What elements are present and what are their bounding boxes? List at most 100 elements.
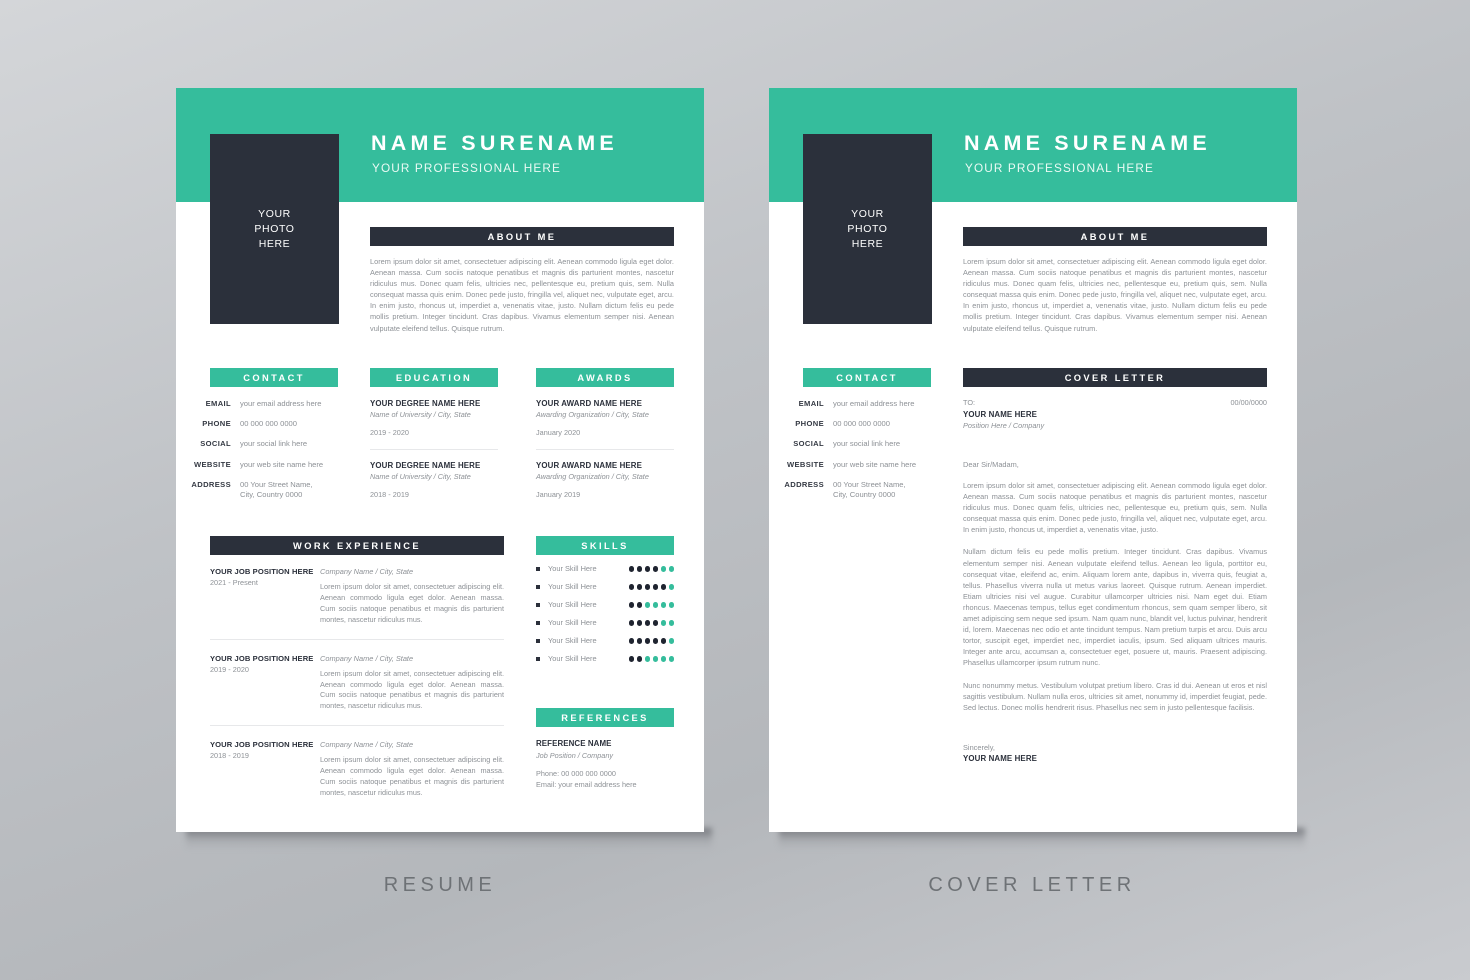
resume-page[interactable]: NAME SURENAME YOUR PROFESSIONAL HERE YOU…	[176, 88, 704, 832]
job-entry: YOUR JOB POSITION HERE 2021 - Present Comp…	[210, 566, 504, 640]
skill-rating[interactable]	[628, 602, 674, 608]
skill-dot-empty	[668, 602, 674, 608]
references-heading: REFERENCES	[536, 708, 674, 727]
contact-row: PHONE 00 000 000 0000	[779, 419, 939, 429]
job-date: 2021 - Present	[210, 578, 258, 587]
resume-contact-value-address[interactable]: 00 Your Street Name, City, Country 0000	[240, 480, 313, 500]
skill-label: Your Skill Here	[548, 654, 597, 663]
skill-rating[interactable]	[628, 620, 674, 626]
skill-dot-empty	[660, 620, 667, 626]
skill-dot-empty	[660, 566, 667, 572]
skill-dot-filled	[636, 638, 643, 644]
cover-letter-page[interactable]: NAME SURENAME YOUR PROFESSIONAL HERE YOU…	[769, 88, 1297, 832]
cover-to-label: TO:	[963, 398, 976, 407]
skill-label: Your Skill Here	[548, 582, 597, 591]
cover-contact-list: EMAIL your email address here PHONE 00 000 …	[779, 399, 939, 510]
skill-dot-filled	[652, 638, 659, 644]
skill-rating[interactable]	[628, 566, 674, 572]
skill-row: Your Skill Here	[536, 560, 674, 578]
cover-photo-line-2: PHOTO	[847, 222, 888, 235]
about-me-heading: ABOUT ME	[370, 227, 674, 246]
photo-placeholder[interactable]: YOUR PHOTO HERE	[210, 134, 339, 324]
cover-contact-value-website[interactable]: your web site name here	[833, 460, 916, 470]
contact-row: SOCIAL your social link here	[186, 439, 346, 449]
skill-rating[interactable]	[628, 584, 674, 590]
skill-label: Your Skill Here	[548, 618, 597, 627]
canvas: NAME SURENAME YOUR PROFESSIONAL HERE YOU…	[0, 0, 1470, 980]
award-title: YOUR AWARD NAME HERE	[536, 399, 643, 408]
job-position: YOUR JOB POSITION HERE	[210, 653, 314, 663]
cover-contact-value-social[interactable]: your social link here	[833, 439, 900, 449]
cover-contact-key-email: EMAIL	[798, 399, 824, 408]
skill-dot-empty	[668, 566, 674, 572]
reference-contact: Phone: 00 000 000 0000 Email: your email…	[536, 769, 674, 790]
education-subtitle: Name of University / City, State	[370, 472, 471, 481]
skill-dot-filled	[636, 566, 643, 572]
cover-contact-value-phone[interactable]: 00 000 000 0000	[833, 419, 890, 429]
skill-rating[interactable]	[628, 638, 674, 644]
award-entry: YOUR AWARD NAME HERE Awarding Organizatio…	[536, 460, 674, 511]
job-entry: YOUR JOB POSITION HERE 2019 - 2020 Company…	[210, 653, 504, 727]
skill-dot-filled	[628, 620, 635, 626]
about-me-text: Lorem ipsum dolor sit amet, consectetuer…	[370, 257, 674, 333]
skill-dot-empty	[660, 602, 667, 608]
skill-dot-empty	[668, 638, 674, 644]
cover-signature: Sincerely, YOUR NAME HERE	[963, 742, 1267, 764]
cover-photo-placeholder[interactable]: YOUR PHOTO HERE	[803, 134, 932, 324]
resume-contact-key-phone: PHONE	[202, 419, 231, 429]
resume-contact-value-website[interactable]: your web site name here	[240, 460, 323, 470]
resume-subtitle: YOUR PROFESSIONAL HERE	[372, 161, 561, 175]
skill-dot-empty	[668, 584, 674, 590]
job-company: Company Name / City, State	[320, 567, 414, 576]
skill-dot-filled	[644, 638, 651, 644]
award-entry: YOUR AWARD NAME HERE Awarding Organizatio…	[536, 398, 674, 450]
cover-to-position: Position Here / Company	[963, 420, 1045, 430]
resume-contact-value-social[interactable]: your social link here	[240, 439, 307, 449]
cover-contact-value-address[interactable]: 00 Your Street Name, City, Country 0000	[833, 480, 906, 500]
education-date: 2018 - 2019	[370, 490, 409, 499]
resume-contact-value-phone[interactable]: 00 000 000 0000	[240, 419, 297, 429]
skill-dot-filled	[644, 584, 651, 590]
square-bullet-icon	[536, 603, 540, 607]
skill-dot-empty	[644, 656, 651, 662]
skill-label: Your Skill Here	[548, 600, 597, 609]
skill-dot-filled	[636, 656, 643, 662]
skill-dot-empty	[668, 656, 674, 662]
skill-dot-filled	[628, 656, 635, 662]
skill-row: Your Skill Here	[536, 614, 674, 632]
cover-sign-off: Sincerely,	[963, 743, 995, 752]
contact-list: EMAIL your email address here PHONE 00 000 …	[186, 399, 346, 510]
job-company: Company Name / City, State	[320, 653, 414, 663]
job-description: Lorem ipsum dolor sit amet, consectetuer…	[320, 668, 504, 711]
job-position: YOUR JOB POSITION HERE	[210, 740, 314, 750]
job-entry: YOUR JOB POSITION HERE 2018 - 2019 Company…	[210, 739, 504, 812]
job-company: Company Name / City, State	[320, 740, 414, 750]
education-heading: EDUCATION	[370, 368, 498, 387]
skill-dot-filled	[628, 602, 635, 608]
contact-row: ADDRESS 00 Your Street Name, City, Country…	[779, 480, 939, 500]
cover-contact-value-email[interactable]: your email address here	[833, 399, 914, 409]
square-bullet-icon	[536, 621, 540, 625]
contact-row: WEBSITE your web site name here	[779, 460, 939, 470]
cover-contact-key-phone: PHONE	[795, 419, 824, 429]
resume-contact-value-email[interactable]: your email address here	[240, 399, 321, 409]
education-entry: YOUR DEGREE NAME HERE Name of University …	[370, 460, 498, 511]
education-title: YOUR DEGREE NAME HERE	[370, 461, 481, 470]
contact-row: EMAIL your email address here	[186, 399, 346, 409]
skill-row: Your Skill Here	[536, 632, 674, 650]
job-meta: YOUR JOB POSITION HERE 2018 - 2019	[210, 739, 320, 799]
photo-line-2: PHOTO	[254, 222, 295, 235]
award-date: January 2020	[536, 428, 581, 437]
skill-dot-empty	[652, 656, 659, 662]
cover-subtitle: YOUR PROFESSIONAL HERE	[965, 161, 1154, 175]
skill-dot-filled	[644, 566, 651, 572]
cover-letter-paragraph: Nunc nonummy metus. Vestibulum volutpat …	[963, 680, 1267, 712]
cover-contact-key-social: SOCIAL	[793, 439, 824, 449]
cover-about-me-heading: ABOUT ME	[963, 227, 1267, 246]
job-meta: YOUR JOB POSITION HERE 2021 - Present	[210, 566, 320, 626]
skill-row: Your Skill Here	[536, 596, 674, 614]
skill-rating[interactable]	[628, 656, 674, 662]
job-details: Company Name / City, State Lorem ipsum do…	[320, 566, 504, 626]
square-bullet-icon	[536, 585, 540, 589]
reference-email: Email: your email address here	[536, 779, 637, 789]
